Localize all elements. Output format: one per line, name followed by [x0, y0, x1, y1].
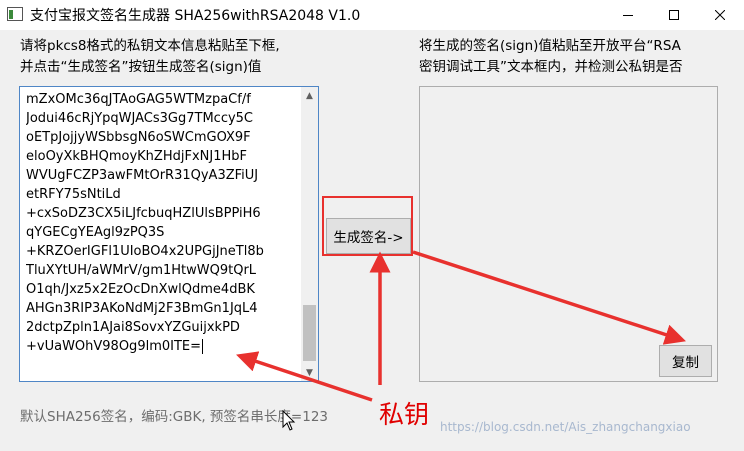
- private-key-text[interactable]: mZxOMc36qJTAoGAG5WTMzpaCf/f Jodui46cRjYpq…: [26, 90, 298, 356]
- private-key-line: Jodui46cRjYpqWJACs3Gg7TMccy5C: [26, 111, 254, 126]
- scroll-thumb[interactable]: [303, 305, 316, 361]
- close-icon: [715, 10, 725, 20]
- watermark-text: https://blog.csdn.net/Ais_zhangchangxiao: [440, 420, 691, 434]
- private-key-line: 2dctpZpln1AJai8SovxYZGuijxkPD: [26, 320, 240, 335]
- title-bar: 支付宝报文签名生成器 SHA256withRSA2048 V1.0: [0, 0, 744, 30]
- app-icon: [7, 7, 23, 21]
- instructions-line-1: 请将pkcs8格式的私钥文本信息粘贴至下框,: [20, 38, 280, 54]
- private-key-line: O1qh/Jxz5x2EzOcDnXwlQdme4dBK: [26, 282, 255, 297]
- private-key-annotation: 私钥: [379, 400, 430, 429]
- app-window: 支付宝报文签名生成器 SHA256withRSA2048 V1.0 请将pkcs…: [0, 0, 744, 451]
- private-key-textarea[interactable]: mZxOMc36qJTAoGAG5WTMzpaCf/f Jodui46cRjYpq…: [19, 86, 319, 382]
- mouse-cursor-icon: [282, 410, 296, 431]
- private-key-line: +vUaWOhV98Og9lm0ITE=: [26, 339, 204, 354]
- minimize-icon: [623, 15, 633, 16]
- text-caret: [202, 339, 204, 354]
- maximize-icon: [669, 10, 679, 20]
- private-key-line: qYGECgYEAgl9zPQ3S: [26, 225, 165, 240]
- scroll-down-icon[interactable]: ▼: [301, 364, 318, 381]
- sign-instructions: 将生成的签名(sign)值粘贴至开放平台“RSA 密钥调试工具”文本框内，并检测…: [419, 36, 683, 78]
- instructions-line-2: 并点击“生成签名”按钮生成签名(sign)值: [20, 59, 262, 75]
- private-key-line: WVUgFCZP3awFMtOrR31QyA3ZFiUJ: [26, 168, 259, 183]
- signature-output-textarea[interactable]: [419, 86, 718, 382]
- minimize-button[interactable]: [605, 0, 651, 30]
- scroll-up-icon[interactable]: ▲: [301, 87, 318, 104]
- private-key-line: etRFY75sNtiLd: [26, 187, 121, 202]
- maximize-button[interactable]: [651, 0, 697, 30]
- private-key-line: mZxOMc36qJTAoGAG5WTMzpaCf/f: [26, 92, 251, 107]
- private-key-instructions: 请将pkcs8格式的私钥文本信息粘贴至下框, 并点击“生成签名”按钮生成签名(s…: [20, 36, 280, 78]
- private-key-line: TluXYtUH/aWMrV/gm1HtwWQ9tQrL: [26, 263, 257, 278]
- close-button[interactable]: [697, 0, 743, 30]
- sign-instructions-line-1: 将生成的签名(sign)值粘贴至开放平台“RSA: [419, 38, 681, 54]
- copy-button[interactable]: 复制: [659, 345, 712, 377]
- vertical-scrollbar[interactable]: ▲ ▼: [301, 87, 318, 381]
- private-key-line: oETpJojjyWSbbsgN6oSWCmGOX9F: [26, 130, 251, 145]
- private-key-line: AHGn3RIP3AKoNdMj2F3BmGn1JqL4: [26, 301, 258, 316]
- private-key-line: +KRZOerIGFl1UIoBO4x2UPGjJneTl8b: [26, 244, 264, 259]
- private-key-line: +cxSoDZ3CX5iLJfcbuqHZlUlsBPPiH6: [26, 206, 261, 221]
- annotation-highlight-box: [322, 196, 413, 256]
- window-title: 支付宝报文签名生成器 SHA256withRSA2048 V1.0: [30, 8, 361, 24]
- private-key-line: eloOyXkBHQmoyKhZHdjFxNJ1HbF: [26, 149, 247, 164]
- sign-instructions-line-2: 密钥调试工具”文本框内，并检测公私钥是否: [419, 59, 683, 75]
